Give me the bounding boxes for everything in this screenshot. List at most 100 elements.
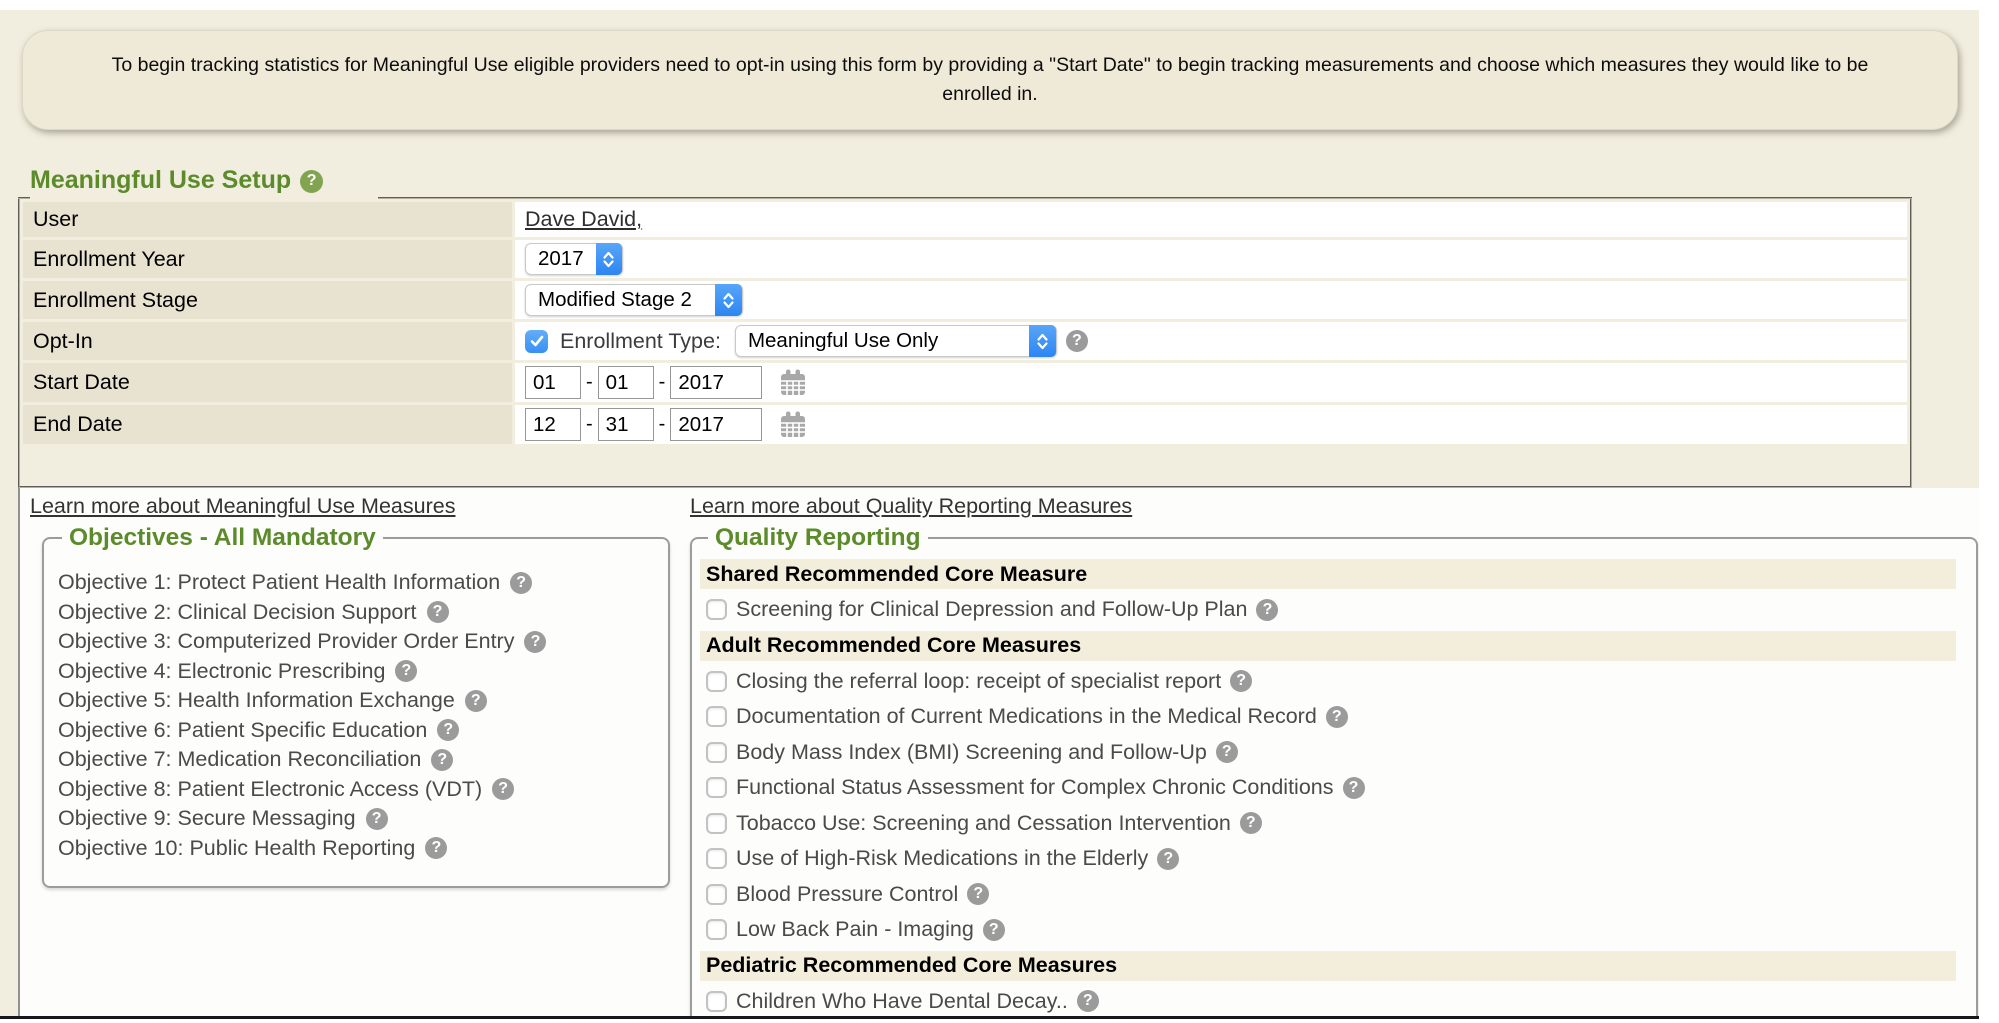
help-icon[interactable]: ? (395, 660, 417, 682)
measure-checkbox[interactable] (706, 991, 727, 1012)
info-banner-text: To begin tracking statistics for Meaning… (23, 51, 1957, 109)
measure-checkbox[interactable] (706, 599, 727, 620)
help-icon[interactable]: ? (1216, 741, 1238, 763)
start-date-label: Start Date (23, 363, 512, 402)
quality-reporting-section: Quality Reporting Shared Recommended Cor… (690, 524, 1978, 1016)
end-month-input[interactable] (525, 408, 581, 441)
measure-label: Use of High-Risk Medications in the Elde… (736, 846, 1148, 871)
enrollment-stage-label: Enrollment Stage (23, 281, 512, 319)
quality-measure-row: Low Back Pain - Imaging? (700, 912, 1968, 948)
help-icon[interactable]: ? (431, 749, 453, 771)
objective-label: Objective 3: Computerized Provider Order… (58, 629, 514, 654)
quality-measures-list: Shared Recommended Core Measure Screening… (700, 559, 1968, 1016)
measure-checkbox[interactable] (706, 813, 727, 834)
measure-checkbox[interactable] (706, 848, 727, 869)
date-separator: - (659, 371, 666, 394)
opt-in-checkbox[interactable] (525, 330, 548, 353)
help-icon[interactable]: ? (427, 601, 449, 623)
help-icon[interactable]: ? (967, 883, 989, 905)
objective-label: Objective 6: Patient Specific Education (58, 718, 427, 743)
user-cell: Dave David, (515, 202, 1907, 237)
help-icon[interactable]: ? (1066, 330, 1088, 352)
quality-reporting-title: Quality Reporting (708, 524, 928, 552)
chevron-up-down-icon (715, 284, 742, 316)
measure-checkbox[interactable] (706, 884, 727, 905)
objective-label: Objective 9: Secure Messaging (58, 806, 356, 831)
enrollment-year-value: 2017 (526, 247, 596, 271)
help-icon[interactable]: ? (1077, 990, 1099, 1012)
section-title-text: Meaningful Use Setup (30, 166, 291, 194)
chevron-up-down-icon (1029, 325, 1056, 357)
fieldset-border (18, 197, 30, 199)
start-year-input[interactable] (670, 366, 762, 399)
user-link[interactable]: Dave David, (525, 207, 642, 231)
measure-label: Children Who Have Dental Decay.. (736, 989, 1068, 1014)
measure-checkbox[interactable] (706, 919, 727, 940)
objective-label: Objective 5: Health Information Exchange (58, 688, 455, 713)
quality-section-header: Shared Recommended Core Measure (700, 559, 1956, 589)
enrollment-year-select[interactable]: 2017 (525, 243, 623, 275)
help-icon[interactable]: ? (1256, 599, 1278, 621)
measure-label: Blood Pressure Control (736, 882, 958, 907)
help-icon[interactable]: ? (300, 170, 323, 193)
measure-label: Closing the referral loop: receipt of sp… (736, 669, 1221, 694)
calendar-icon[interactable] (778, 410, 808, 440)
objective-label: Objective 7: Medication Reconciliation (58, 747, 421, 772)
measure-label: Documentation of Current Medications in … (736, 704, 1317, 729)
end-day-input[interactable] (598, 408, 654, 441)
start-month-input[interactable] (525, 366, 581, 399)
user-label: User (23, 202, 512, 237)
measure-label: Screening for Clinical Depression and Fo… (736, 597, 1247, 622)
objective-label: Objective 2: Clinical Decision Support (58, 600, 417, 625)
section-title: Meaningful Use Setup? (30, 166, 323, 195)
help-icon[interactable]: ? (492, 778, 514, 800)
help-icon[interactable]: ? (465, 690, 487, 712)
help-icon[interactable]: ? (437, 719, 459, 741)
learn-more-mu-link[interactable]: Learn more about Meaningful Use Measures (30, 494, 455, 519)
measure-label: Low Back Pain - Imaging (736, 917, 974, 942)
help-icon[interactable]: ? (1326, 706, 1348, 728)
quality-measure-row: Screening for Clinical Depression and Fo… (700, 592, 1968, 628)
measure-checkbox[interactable] (706, 671, 727, 692)
table-row: Opt-In Enrollment Type: Meaningful Use O… (23, 322, 1907, 360)
enrollment-type-select[interactable]: Meaningful Use Only (735, 325, 1057, 357)
objective-item: Objective 1: Protect Patient Health Info… (58, 568, 658, 598)
calendar-icon[interactable] (778, 368, 808, 398)
opt-in-cell: Enrollment Type: Meaningful Use Only ? (515, 322, 1907, 360)
objectives-title: Objectives - All Mandatory (62, 524, 383, 552)
help-icon[interactable]: ? (1343, 777, 1365, 799)
end-date-cell: - - (515, 405, 1907, 444)
enrollment-stage-select[interactable]: Modified Stage 2 (525, 284, 743, 316)
help-icon[interactable]: ? (983, 919, 1005, 941)
date-separator: - (659, 413, 666, 436)
help-icon[interactable]: ? (425, 837, 447, 859)
objective-item: Objective 7: Medication Reconciliation? (58, 745, 658, 775)
quality-section-header: Pediatric Recommended Core Measures (700, 951, 1956, 981)
table-row: Enrollment Year 2017 (23, 240, 1907, 278)
quality-measure-row: Body Mass Index (BMI) Screening and Foll… (700, 735, 1968, 771)
help-icon[interactable]: ? (524, 631, 546, 653)
help-icon[interactable]: ? (510, 572, 532, 594)
learn-more-qr-link[interactable]: Learn more about Quality Reporting Measu… (690, 494, 1132, 519)
start-day-input[interactable] (598, 366, 654, 399)
measure-checkbox[interactable] (706, 777, 727, 798)
help-icon[interactable]: ? (366, 808, 388, 830)
objective-item: Objective 6: Patient Specific Education? (58, 716, 658, 746)
end-year-input[interactable] (670, 408, 762, 441)
objectives-section: Objectives - All Mandatory Objective 1: … (42, 524, 670, 888)
table-row: Start Date - - (23, 363, 1907, 402)
help-icon[interactable]: ? (1157, 848, 1179, 870)
quality-measure-row: Children Who Have Dental Decay..? (700, 984, 1968, 1017)
objective-item: Objective 2: Clinical Decision Support? (58, 598, 658, 628)
end-date-label: End Date (23, 405, 512, 444)
help-icon[interactable]: ? (1230, 670, 1252, 692)
measure-label: Body Mass Index (BMI) Screening and Foll… (736, 740, 1207, 765)
measure-checkbox[interactable] (706, 706, 727, 727)
chevron-up-down-icon (596, 243, 622, 275)
measure-checkbox[interactable] (706, 742, 727, 763)
quality-measure-row: Functional Status Assessment for Complex… (700, 770, 1968, 806)
objective-label: Objective 10: Public Health Reporting (58, 836, 415, 861)
table-row: Enrollment Stage Modified Stage 2 (23, 281, 1907, 319)
help-icon[interactable]: ? (1240, 812, 1262, 834)
opt-in-label: Opt-In (23, 322, 512, 360)
